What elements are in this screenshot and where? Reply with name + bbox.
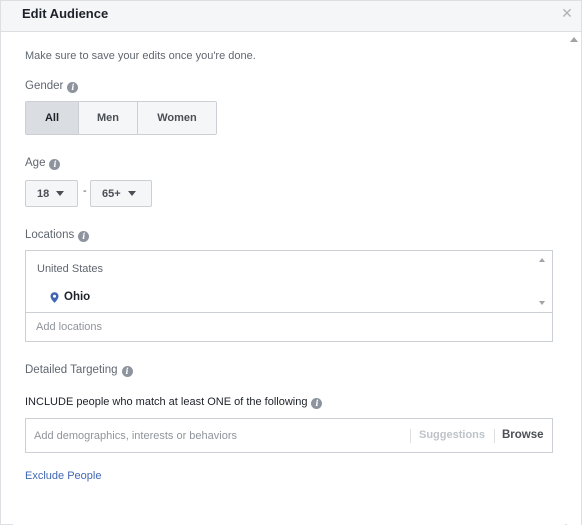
caret-down-icon bbox=[56, 191, 65, 196]
divider bbox=[410, 429, 411, 443]
info-icon[interactable]: i bbox=[121, 366, 133, 377]
age-max-select[interactable]: 65+ bbox=[90, 180, 152, 207]
save-note: Make sure to save your edits once you're… bbox=[25, 50, 256, 62]
dialog-scrollbar[interactable] bbox=[567, 32, 581, 525]
location-item[interactable]: Ohio bbox=[50, 291, 90, 303]
locations-list: United States Ohio bbox=[25, 250, 553, 312]
detailed-targeting-label: Detailed Targeting i bbox=[25, 364, 133, 377]
location-pin-icon bbox=[50, 291, 59, 303]
age-label-text: Age bbox=[25, 157, 46, 169]
list-scroll-up-icon[interactable] bbox=[539, 258, 545, 262]
age-min-select[interactable]: 18 bbox=[25, 180, 78, 207]
gender-all-button[interactable]: All bbox=[26, 102, 79, 134]
dialog-title: Edit Audience bbox=[22, 6, 109, 21]
edit-audience-dialog: Edit Audience ✕ Make sure to save your e… bbox=[0, 0, 582, 525]
caret-down-icon bbox=[127, 191, 136, 196]
age-label: Age i bbox=[25, 157, 61, 170]
gender-women-button[interactable]: Women bbox=[138, 102, 216, 134]
include-label: INCLUDE people who match at least ONE of… bbox=[25, 396, 323, 409]
age-min-value: 18 bbox=[37, 187, 50, 200]
add-locations-placeholder: Add locations bbox=[36, 321, 103, 333]
divider bbox=[494, 429, 495, 443]
scroll-up-arrow-icon[interactable] bbox=[570, 37, 578, 42]
exclude-people-link[interactable]: Exclude People bbox=[25, 470, 101, 482]
gender-men-button[interactable]: Men bbox=[79, 102, 138, 134]
location-country: United States bbox=[37, 263, 104, 275]
dialog-header: Edit Audience ✕ bbox=[1, 1, 581, 32]
age-max-value: 65+ bbox=[102, 187, 121, 200]
include-label-text: INCLUDE people who match at least ONE of… bbox=[25, 396, 308, 408]
locations-label: Locations i bbox=[25, 229, 90, 242]
location-item-label: Ohio bbox=[64, 291, 91, 303]
list-scroll-down-icon[interactable] bbox=[539, 301, 545, 305]
detailed-targeting-input[interactable]: Add demographics, interests or behaviors… bbox=[25, 418, 553, 453]
gender-selector: All Men Women bbox=[25, 101, 217, 135]
info-icon[interactable]: i bbox=[311, 398, 323, 409]
browse-button[interactable]: Browse bbox=[502, 429, 544, 441]
info-icon[interactable]: i bbox=[78, 231, 90, 242]
detailed-targeting-placeholder: Add demographics, interests or behaviors bbox=[34, 430, 237, 442]
info-icon[interactable]: i bbox=[67, 82, 79, 93]
locations-label-text: Locations bbox=[25, 229, 75, 241]
gender-label-text: Gender bbox=[25, 80, 64, 92]
detailed-targeting-label-text: Detailed Targeting bbox=[25, 364, 118, 376]
suggestions-button[interactable]: Suggestions bbox=[419, 429, 485, 441]
age-separator: - bbox=[83, 185, 87, 197]
gender-label: Gender i bbox=[25, 80, 79, 93]
add-locations-input[interactable]: Add locations bbox=[25, 312, 553, 342]
close-icon[interactable]: ✕ bbox=[559, 5, 575, 21]
info-icon[interactable]: i bbox=[49, 159, 61, 170]
